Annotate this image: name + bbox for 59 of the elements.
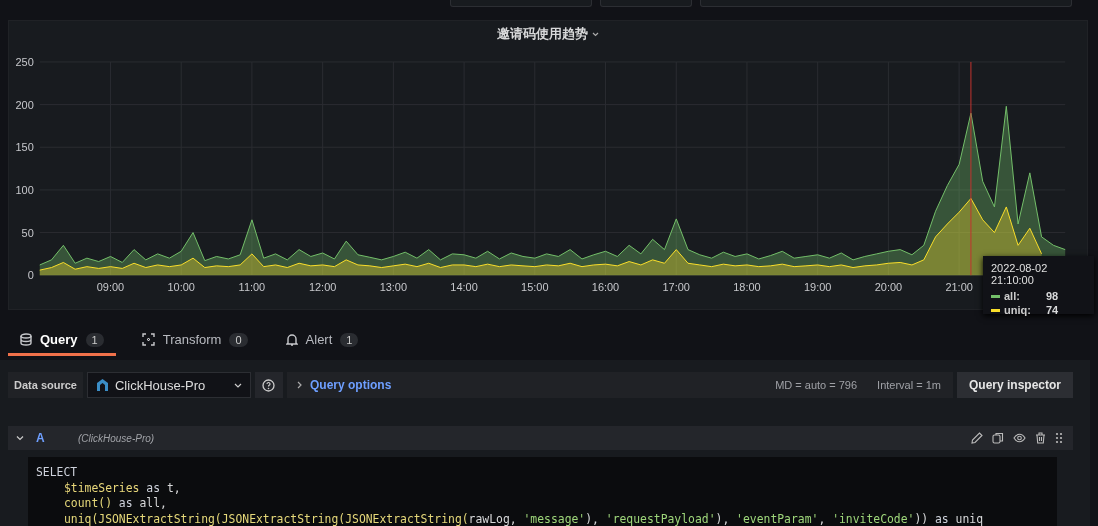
code-line: count() as all, [63,496,167,512]
drag-handle-icon[interactable] [1055,432,1063,444]
series-label: all: [1004,290,1021,302]
y-tick-label: 100 [15,183,34,196]
chevron-right-icon[interactable] [297,381,302,389]
data-source-select[interactable]: ClickHouse-Pro [87,372,251,398]
x-tick-label: 14:00 [450,281,478,294]
x-tick-label: 19:00 [803,281,832,294]
max-data-points: MD = auto = 796 [775,379,858,391]
query-source: (ClickHouse-Pro) [78,432,155,444]
database-icon [20,333,32,346]
x-tick-label: 20:00 [874,281,903,294]
code-line: uniq(JSONExtractString(JSONExtractString(JSONExtractString(rawLog, 'message'), 'requestPayload'), 'eventParam', 'inviteCode')) as uniq [63,511,983,526]
x-tick-label: 13:00 [379,281,408,294]
interval-text: Interval = 1m [877,379,941,391]
series-value: 98 [1046,290,1059,302]
field-label: Data source [8,372,83,398]
count-badge: 0 [229,332,248,347]
pencil-icon[interactable] [971,432,983,444]
datasource-logo-icon [96,378,109,392]
query-options-link[interactable]: Query options [310,378,392,392]
query-inspector-button[interactable]: Query inspector [956,372,1073,398]
count-badge: 1 [340,332,359,347]
bell-icon [285,333,298,346]
copy-icon[interactable] [992,432,1004,444]
tab[interactable]: Transform 0 [129,326,260,356]
x-tick-label: 21:00 [945,281,973,294]
tab[interactable]: Alert 1 [273,326,371,356]
query-ref[interactable]: A [36,431,66,445]
x-tick-label: 10:00 [167,281,195,294]
help-button[interactable] [255,372,283,398]
y-tick-label: 150 [15,141,34,154]
x-tick-label: 16:00 [591,281,620,294]
x-tick-label: 12:00 [308,281,337,294]
caret-icon[interactable] [592,31,599,37]
eye-icon[interactable] [1013,433,1026,443]
x-tick-label: 18:00 [733,281,761,294]
x-tick-label: 15:00 [521,281,549,294]
x-tick-label: 11:00 [238,281,266,294]
code-editor[interactable]: SELECT $timeSeries as t, count() as all, uniq(JSONExtractString(JSONExtractString(JSONExtractString(rawLog, 'message'), 'requestPayload'), 'eventParam', 'inviteCode')) as uniq [28,457,1057,526]
y-tick-label: 0 [27,269,34,282]
code-line: SELECT [36,465,78,481]
y-tick-label: 250 [15,55,34,68]
code-line: $timeSeries as t, [63,480,181,497]
series-value: 74 [1046,304,1059,316]
chevron-down-icon [234,382,242,388]
panel-title[interactable]: 邀请码使用趋势 [497,25,588,44]
series-label: uniq: [1004,304,1032,316]
transform-icon [141,333,155,346]
count-badge: 1 [85,332,104,347]
y-tick-label: 200 [15,98,34,111]
help-icon [262,378,276,392]
tab[interactable]: Query 1 [8,326,116,356]
y-tick-label: 50 [21,226,34,239]
chevron-icon[interactable] [16,434,24,442]
x-tick-label: 17:00 [662,281,690,294]
trash-icon[interactable] [1035,432,1046,444]
tooltip-time: 2022-08-02 21:10:00 [991,262,1049,286]
x-tick-label: 09:00 [96,281,125,294]
